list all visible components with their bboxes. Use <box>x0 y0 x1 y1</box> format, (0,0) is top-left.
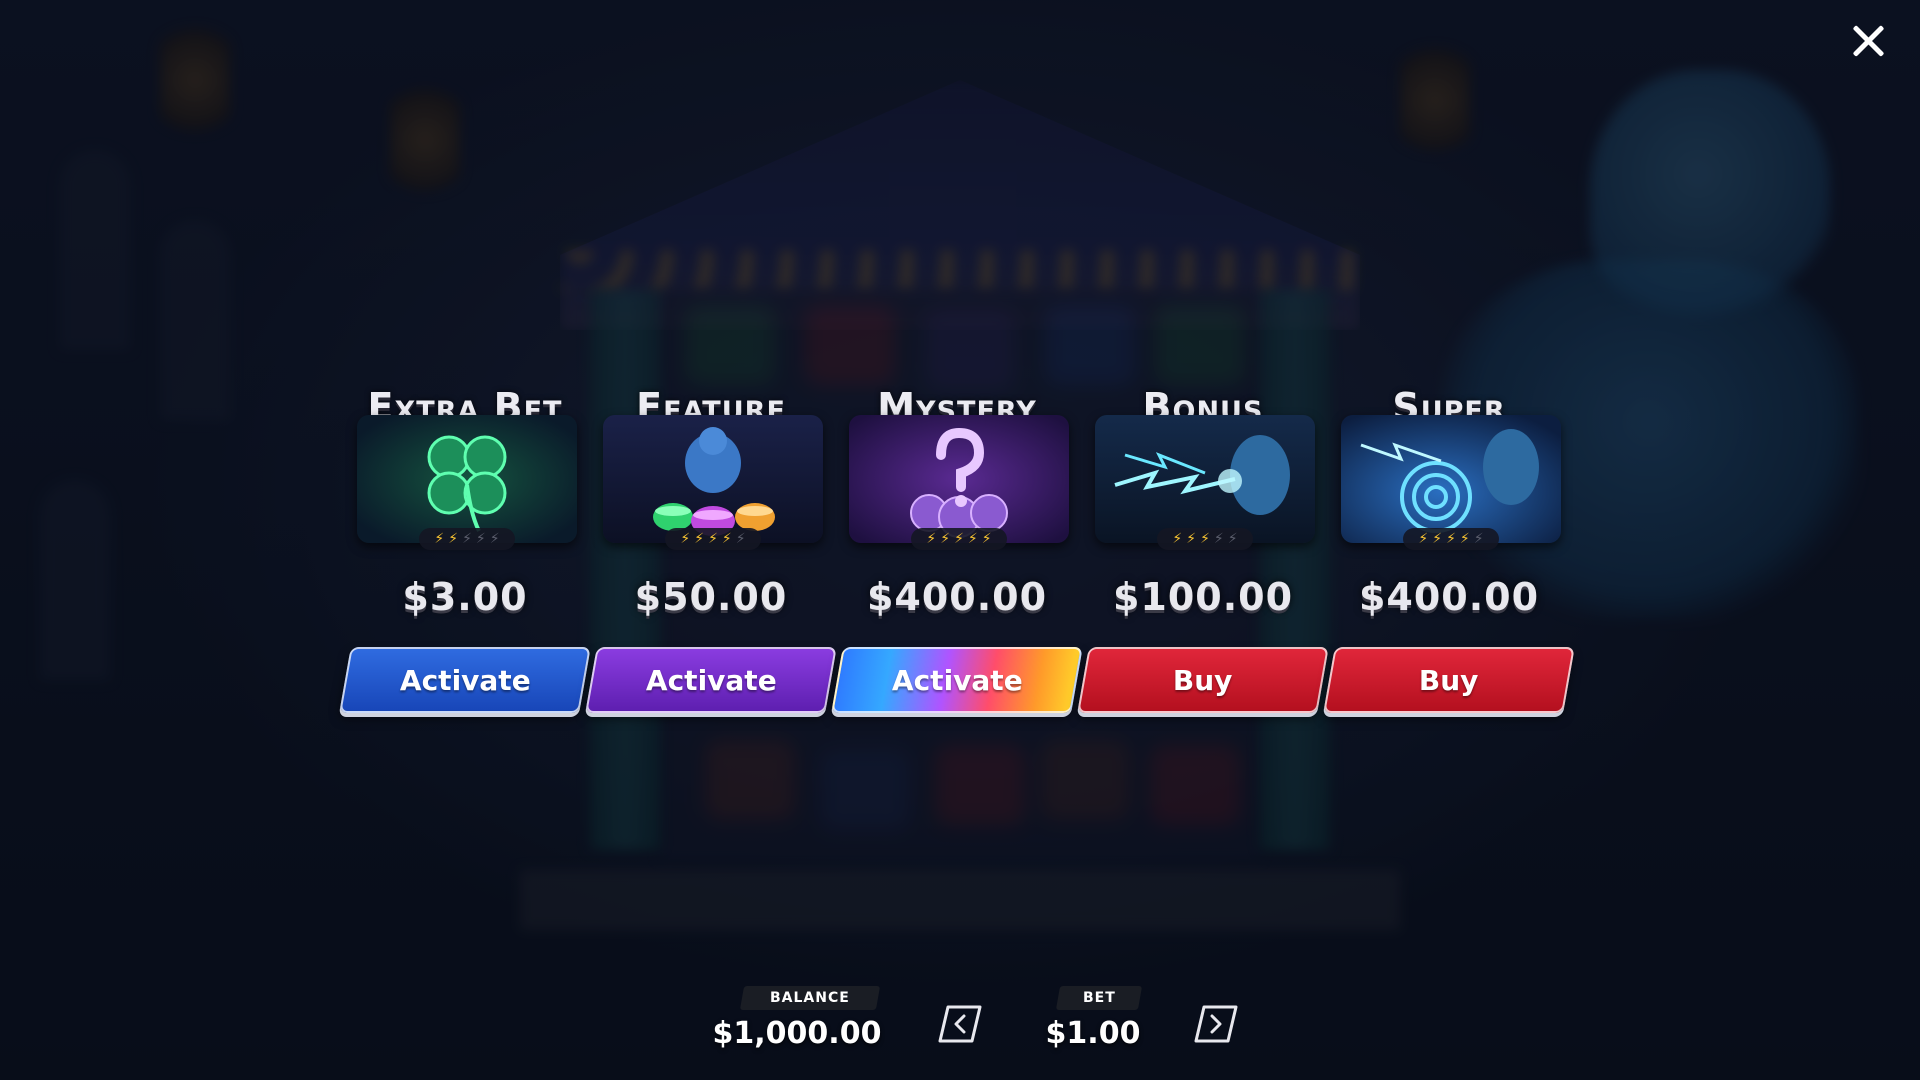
lightning-bolt-icon: ⚡ <box>1446 531 1456 547</box>
lightning-bolt-icon: ⚡ <box>1186 531 1197 547</box>
lightning-bolt-icon: ⚡ <box>954 531 964 547</box>
feature-cards: Extra Bet ⚡ ⚡ ⚡ ⚡ ⚡ $3.00 Activate Featu… <box>339 385 1575 715</box>
feature-card-extra-bet: Extra Bet ⚡ ⚡ ⚡ ⚡ ⚡ $3.00 Activate <box>339 385 591 715</box>
buy-bonus-button[interactable]: Buy <box>1077 647 1329 713</box>
chevron-left-icon[interactable] <box>934 1005 982 1043</box>
balance-label: BALANCE <box>739 986 881 1010</box>
bet-label: BET <box>1055 986 1143 1010</box>
lightning-bolt-icon: ⚡ <box>1227 531 1238 547</box>
chevron-right-icon[interactable] <box>1190 1005 1238 1043</box>
lightning-bolt-icon: ⚡ <box>462 531 472 547</box>
card-price: $400.00 <box>866 575 1048 619</box>
genie-vortex-icon <box>1341 415 1561 543</box>
question-mark-cloud-icon <box>849 415 1069 543</box>
lightning-bolt-icon: ⚡ <box>1213 531 1224 547</box>
button-label: Buy <box>1419 663 1479 697</box>
lightning-bolt-icon: ⚡ <box>1432 531 1443 547</box>
button-label: Buy <box>1173 663 1233 697</box>
button-label: Activate <box>645 663 777 697</box>
lightning-bolt-icon: ⚡ <box>981 531 992 547</box>
lightning-bolt-icon: ⚡ <box>694 531 705 547</box>
lightning-bolt-icon: ⚡ <box>1473 531 1484 547</box>
feature-card-feature: Feature ⚡ ⚡ ⚡ ⚡ ⚡ $50.00 Activate <box>585 385 837 715</box>
buy-super-button[interactable]: Buy <box>1323 647 1575 713</box>
volatility-meter: ⚡ ⚡ ⚡ ⚡ ⚡ <box>911 528 1007 550</box>
lightning-bolt-icon: ⚡ <box>721 531 732 547</box>
lightning-bolt-icon: ⚡ <box>1172 531 1183 547</box>
close-icon[interactable] <box>1848 20 1888 60</box>
four-leaf-clover-icon <box>357 415 577 543</box>
lightning-bolt-icon: ⚡ <box>475 531 486 547</box>
lightning-bolt-icon: ⚡ <box>967 531 978 547</box>
feature-card-mystery: Mystery ⚡ ⚡ ⚡ ⚡ ⚡ $400.00 Activate <box>831 385 1083 715</box>
lightning-bolt-icon: ⚡ <box>680 531 691 547</box>
volatility-meter: ⚡ ⚡ ⚡ ⚡ ⚡ <box>1403 528 1499 550</box>
lightning-bolt-icon: ⚡ <box>735 531 746 547</box>
lightning-bolt-icon: ⚡ <box>708 531 718 547</box>
bet-value: $1.00 <box>1045 1016 1141 1051</box>
lightning-bolt-icon: ⚡ <box>1418 531 1429 547</box>
lightning-bolt-icon: ⚡ <box>489 531 500 547</box>
lightning-bolt-icon: ⚡ <box>940 531 951 547</box>
volatility-meter: ⚡ ⚡ ⚡ ⚡ ⚡ <box>419 528 515 550</box>
activate-feature-button[interactable]: Activate <box>585 647 837 713</box>
activate-mystery-button[interactable]: Activate <box>831 647 1083 713</box>
lightning-bolt-icon: ⚡ <box>926 531 937 547</box>
genie-cauldrons-icon <box>603 415 823 543</box>
volatility-meter: ⚡ ⚡ ⚡ ⚡ ⚡ <box>1157 528 1253 550</box>
lightning-bolt-icon: ⚡ <box>1459 531 1470 547</box>
card-price: $3.00 <box>402 575 528 619</box>
card-price: $100.00 <box>1112 575 1294 619</box>
genie-lightning-icon <box>1095 415 1315 543</box>
feature-card-bonus: Bonus ⚡ ⚡ ⚡ ⚡ ⚡ $100.00 Buy <box>1077 385 1329 715</box>
volatility-meter: ⚡ ⚡ ⚡ ⚡ ⚡ <box>665 528 761 550</box>
buy-feature-screen: Extra Bet ⚡ ⚡ ⚡ ⚡ ⚡ $3.00 Activate Featu… <box>0 0 1920 1080</box>
card-price: $50.00 <box>634 575 788 619</box>
feature-card-super: Super ⚡ ⚡ ⚡ ⚡ ⚡ $400.00 Buy <box>1323 385 1575 715</box>
button-label: Activate <box>399 663 531 697</box>
lightning-bolt-icon: ⚡ <box>448 531 459 547</box>
lightning-bolt-icon: ⚡ <box>434 531 445 547</box>
card-price: $400.00 <box>1358 575 1540 619</box>
lightning-bolt-icon: ⚡ <box>1200 531 1210 547</box>
activate-extra-bet-button[interactable]: Activate <box>339 647 591 713</box>
balance-value: $1,000.00 <box>712 1016 882 1051</box>
button-label: Activate <box>891 663 1023 697</box>
